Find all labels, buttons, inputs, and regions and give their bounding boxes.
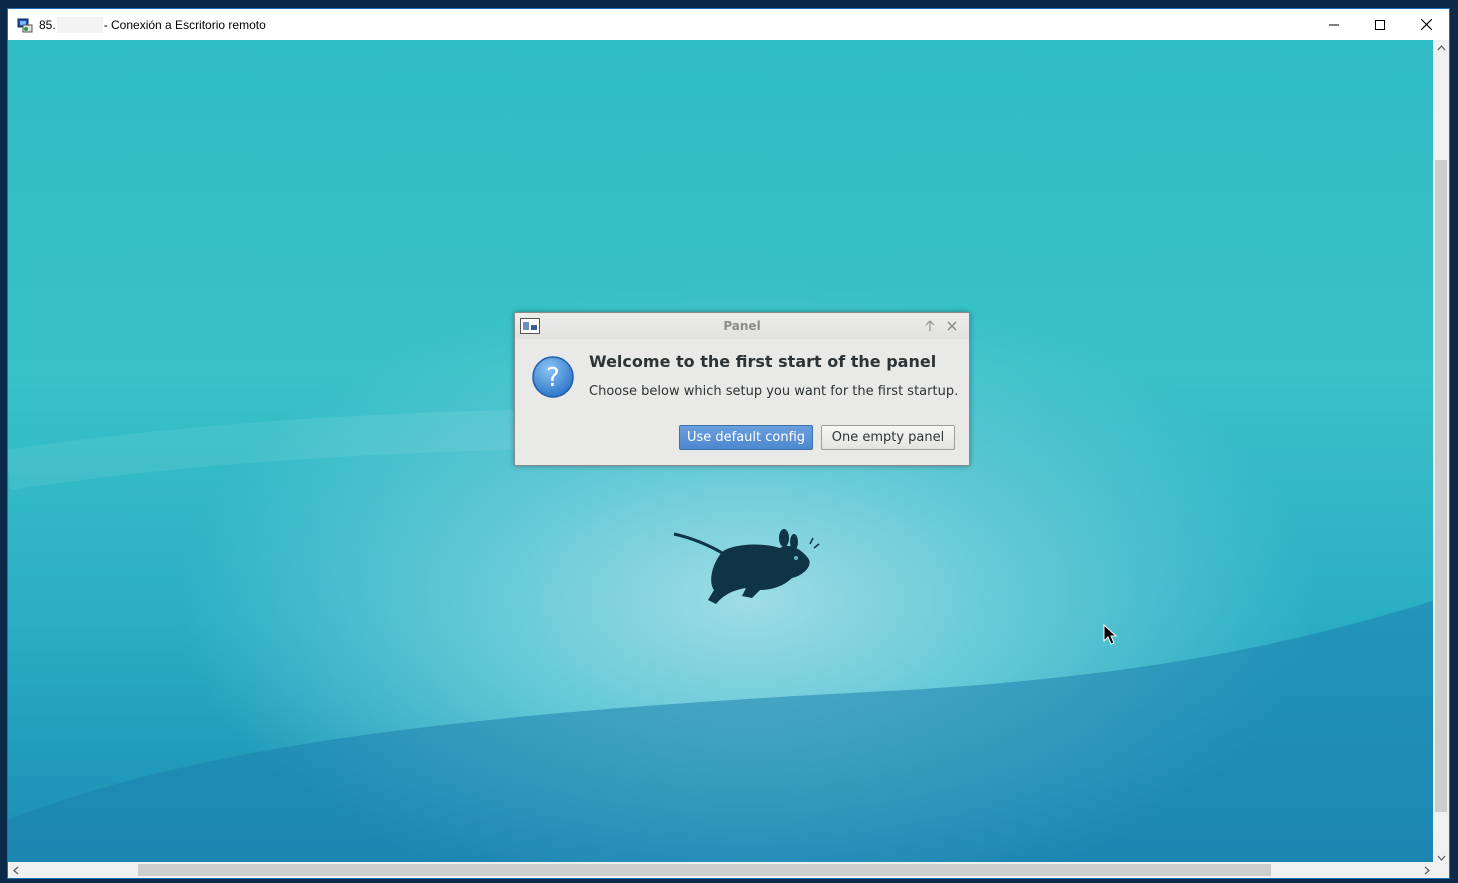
use-default-config-button[interactable]: Use default config: [679, 425, 813, 450]
vertical-scroll-thumb[interactable]: [1435, 160, 1447, 812]
horizontal-scrollbar[interactable]: [8, 862, 1435, 878]
svg-text:?: ?: [546, 363, 560, 393]
maximize-button[interactable]: [1357, 9, 1403, 40]
panel-icon: [520, 318, 540, 334]
minimize-icon: [1329, 24, 1339, 25]
rdp-title-suffix: - Conexión a Escritorio remoto: [103, 17, 266, 32]
maximize-icon: [1375, 19, 1385, 30]
minimize-button[interactable]: [1311, 9, 1357, 40]
vertical-scrollbar[interactable]: [1433, 40, 1449, 866]
one-empty-panel-button[interactable]: One empty panel: [821, 425, 955, 450]
rdp-title-prefix: 85.: [39, 17, 56, 32]
scroll-left-icon[interactable]: [8, 862, 24, 878]
arrow-up-icon: [925, 320, 935, 331]
window-controls: [1311, 9, 1449, 40]
scroll-up-icon[interactable]: [1433, 40, 1449, 56]
remote-desktop[interactable]: Panel ? Welcome to the first start of th…: [8, 40, 1435, 866]
rdp-window: 85. - Conexión a Escritorio remoto Panel…: [7, 8, 1450, 879]
horizontal-scroll-thumb[interactable]: [138, 864, 1271, 876]
remote-desktop-icon[interactable]: [17, 17, 33, 33]
resize-grip[interactable]: [1433, 862, 1449, 878]
dialog-titlebar[interactable]: Panel: [515, 313, 969, 339]
dialog-heading: Welcome to the first start of the panel: [589, 352, 937, 371]
question-icon: ?: [531, 355, 575, 399]
dialog-close-button[interactable]: [945, 318, 959, 332]
dialog-message: Choose below which setup you want for th…: [589, 384, 959, 399]
close-icon: [1420, 19, 1432, 30]
keep-above-button[interactable]: [923, 318, 937, 332]
close-button[interactable]: [1403, 9, 1449, 40]
mouse-cursor-icon: [1103, 623, 1118, 646]
dialog-title: Panel: [723, 319, 761, 333]
rdp-titlebar[interactable]: 85. - Conexión a Escritorio remoto: [8, 9, 1449, 40]
xfce-mouse-logo: [672, 524, 822, 614]
redacted-address: [56, 16, 103, 33]
panel-welcome-dialog: Panel ? Welcome to the first start of th…: [514, 312, 970, 466]
close-icon: [947, 321, 957, 331]
